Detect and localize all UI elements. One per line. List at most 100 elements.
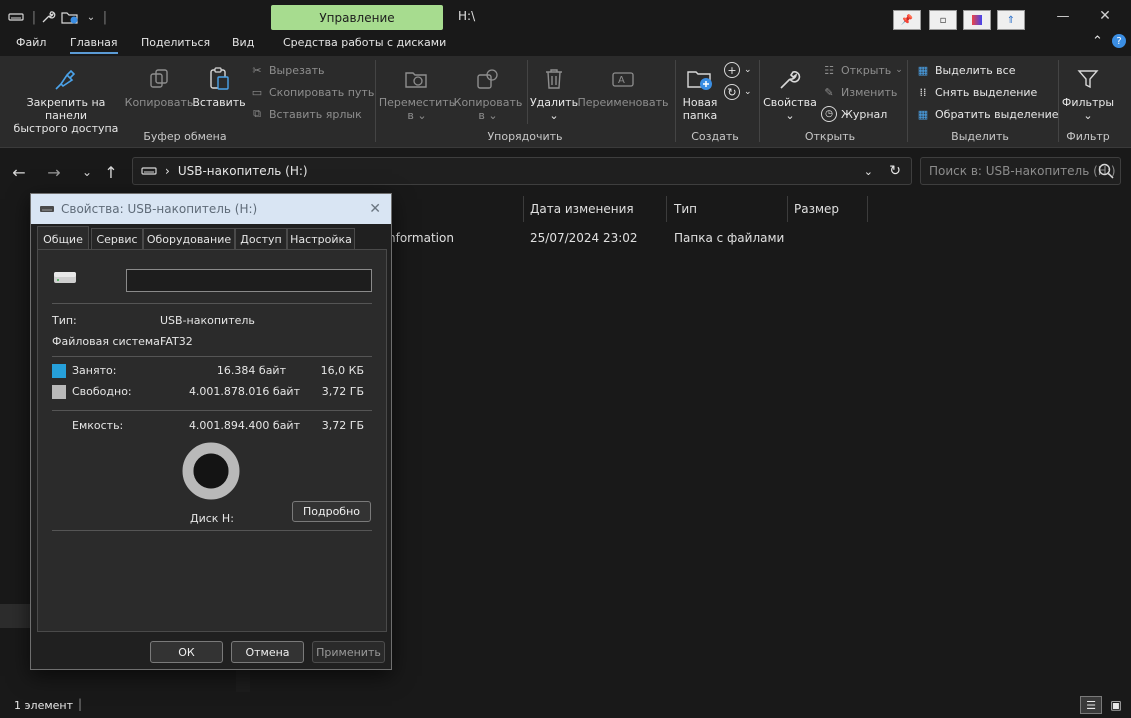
tab-view[interactable]: Вид bbox=[232, 36, 254, 49]
ribbon-tabs: Файл Главная Поделиться Вид Средства раб… bbox=[0, 34, 1131, 56]
copy-icon bbox=[144, 64, 174, 94]
pin-icon[interactable]: 📌 bbox=[893, 10, 921, 30]
status-separator: | bbox=[78, 697, 83, 711]
used-label: Занято: bbox=[72, 364, 117, 377]
new-item-button[interactable]: + ⌄ bbox=[724, 60, 752, 80]
group-label-clipboard: Буфер обмена bbox=[143, 130, 227, 143]
search-icon[interactable] bbox=[1098, 163, 1114, 179]
large-icons-view-icon[interactable]: ▣ bbox=[1106, 696, 1126, 714]
type-value: USB-накопитель bbox=[160, 314, 255, 327]
properties-button[interactable]: Свойства ⌄ bbox=[762, 64, 818, 122]
cut-button[interactable]: ✂ Вырезать bbox=[249, 60, 324, 80]
tab-file[interactable]: Файл bbox=[16, 36, 46, 49]
tab-tools[interactable]: Сервис bbox=[91, 228, 143, 250]
dialog-title-bar[interactable]: Свойства: USB-накопитель (H:) ✕ bbox=[31, 194, 391, 224]
window-title: H:\ bbox=[458, 9, 476, 23]
pencil-icon: ✎ bbox=[824, 85, 834, 99]
paste-shortcut-button[interactable]: ⧉ Вставить ярлык bbox=[249, 104, 362, 124]
navigation-bar: ← → ⌄ ↑ › USB-накопитель (H:) ⌄ ↻ Поиск … bbox=[0, 148, 1131, 196]
forward-arrow-icon[interactable]: → bbox=[44, 162, 64, 182]
color-icon[interactable] bbox=[963, 10, 991, 30]
refresh-circle-icon: ↻ bbox=[724, 84, 740, 100]
divider bbox=[52, 356, 372, 357]
tab-general[interactable]: Общие bbox=[37, 226, 89, 251]
column-header-size[interactable]: Размер bbox=[794, 202, 839, 216]
group-label-organize: Упорядочить bbox=[487, 130, 563, 143]
nav-pane-selected-item[interactable] bbox=[0, 604, 30, 628]
address-dropdown-icon[interactable]: ⌄ bbox=[864, 165, 873, 178]
disk-usage-donut bbox=[182, 442, 240, 500]
up-arrow-icon[interactable]: ↑ bbox=[101, 162, 121, 182]
easy-access-button[interactable]: ↻ ⌄ bbox=[724, 82, 752, 102]
free-bytes: 4.001.878.016 байт bbox=[188, 385, 300, 398]
tab-drive-tools[interactable]: Средства работы с дисками bbox=[283, 36, 446, 49]
status-bar: 1 элемент | ☰ ▣ bbox=[0, 692, 1131, 718]
rename-icon: A bbox=[608, 64, 638, 94]
filters-button[interactable]: Фильтры ⌄ bbox=[1062, 64, 1114, 122]
search-box[interactable]: Поиск в: USB-накопитель (H:) bbox=[920, 157, 1121, 185]
breadcrumb-chevron-icon: › bbox=[165, 164, 170, 178]
paste-button[interactable]: Вставить bbox=[192, 64, 246, 109]
details-view-icon[interactable]: ☰ bbox=[1080, 696, 1102, 714]
tab-hardware[interactable]: Оборудование bbox=[143, 228, 235, 250]
column-header-date[interactable]: Дата изменения bbox=[530, 202, 634, 216]
new-folder-icon[interactable] bbox=[60, 7, 80, 27]
column-separator bbox=[867, 196, 868, 222]
recent-locations-icon[interactable]: ⌄ bbox=[77, 162, 97, 182]
tab-sharing[interactable]: Доступ bbox=[235, 228, 287, 250]
dialog-close-icon[interactable]: ✕ bbox=[369, 201, 381, 217]
column-header-type[interactable]: Тип bbox=[674, 202, 697, 216]
select-none-button[interactable]: ⁞⁞ Снять выделение bbox=[915, 82, 1038, 102]
select-none-icon: ⁞⁞ bbox=[919, 85, 927, 99]
edit-button[interactable]: ✎ Изменить bbox=[821, 82, 897, 102]
restore-icon[interactable]: ▫ bbox=[929, 10, 957, 30]
drive-label-input[interactable] bbox=[126, 269, 372, 292]
history-button[interactable]: ◷ Журнал bbox=[821, 104, 887, 124]
type-label: Тип: bbox=[52, 314, 77, 327]
separator-icon: | bbox=[102, 9, 108, 25]
close-button[interactable]: ✕ bbox=[1082, 4, 1128, 28]
address-bar[interactable]: › USB-накопитель (H:) ⌄ ↻ bbox=[132, 157, 912, 185]
back-arrow-icon[interactable]: ← bbox=[9, 162, 29, 182]
ribbon-separator bbox=[907, 60, 908, 142]
refresh-icon[interactable]: ↻ bbox=[889, 163, 901, 179]
dialog-tabs: Общие Сервис Оборудование Доступ Настрой… bbox=[37, 226, 387, 251]
cancel-button[interactable]: Отмена bbox=[231, 641, 304, 663]
paste-icon bbox=[204, 64, 234, 94]
free-label: Свободно: bbox=[72, 385, 132, 398]
tab-customize[interactable]: Настройка bbox=[287, 228, 355, 250]
copy-to-button[interactable]: Копировать в ⌄ bbox=[454, 64, 522, 122]
drive-icon[interactable] bbox=[6, 7, 26, 27]
breadcrumb[interactable]: USB-накопитель (H:) bbox=[178, 164, 308, 178]
divider bbox=[52, 303, 372, 304]
column-separator bbox=[666, 196, 667, 222]
invert-selection-button[interactable]: ▦ Обратить выделение bbox=[915, 104, 1059, 124]
collapse-ribbon-icon[interactable]: ⌃ bbox=[1092, 34, 1103, 49]
tab-home[interactable]: Главная bbox=[70, 36, 118, 54]
scroll-up-icon[interactable]: ⇑ bbox=[997, 10, 1025, 30]
properties-icon[interactable] bbox=[38, 7, 58, 27]
help-icon[interactable]: ? bbox=[1112, 34, 1126, 48]
new-folder-button[interactable]: Новая папка bbox=[680, 64, 720, 122]
ok-button[interactable]: ОК bbox=[150, 641, 223, 663]
apply-button[interactable]: Применить bbox=[312, 641, 385, 663]
search-input[interactable]: Поиск в: USB-накопитель (H:) bbox=[929, 164, 1116, 178]
delete-button[interactable]: Удалить ⌄ bbox=[530, 64, 578, 122]
details-button[interactable]: Подробно bbox=[292, 501, 371, 522]
rename-button[interactable]: A Переименовать bbox=[577, 64, 669, 109]
ribbon: Закрепить на панели быстрого доступа Коп… bbox=[0, 56, 1131, 148]
divider bbox=[52, 530, 372, 531]
move-to-button[interactable]: Переместить в ⌄ bbox=[379, 64, 455, 122]
ribbon-separator bbox=[759, 60, 760, 142]
pin-quick-access-button[interactable]: Закрепить на панели быстрого доступа bbox=[6, 64, 126, 135]
select-all-button[interactable]: ▦ Выделить все bbox=[915, 60, 1016, 80]
group-label-open: Открыть bbox=[804, 130, 856, 143]
manage-tab[interactable]: Управление bbox=[271, 5, 443, 30]
drive-icon bbox=[39, 204, 55, 214]
copy-path-button[interactable]: ▭ Скопировать путь bbox=[249, 82, 375, 102]
open-button[interactable]: ☷ Открыть ⌄ bbox=[821, 60, 903, 80]
row-date: 25/07/2024 23:02 bbox=[530, 231, 638, 245]
copy-button[interactable]: Копировать bbox=[125, 64, 193, 109]
filesystem-value: FAT32 bbox=[160, 335, 193, 348]
tab-share[interactable]: Поделиться bbox=[141, 36, 210, 49]
